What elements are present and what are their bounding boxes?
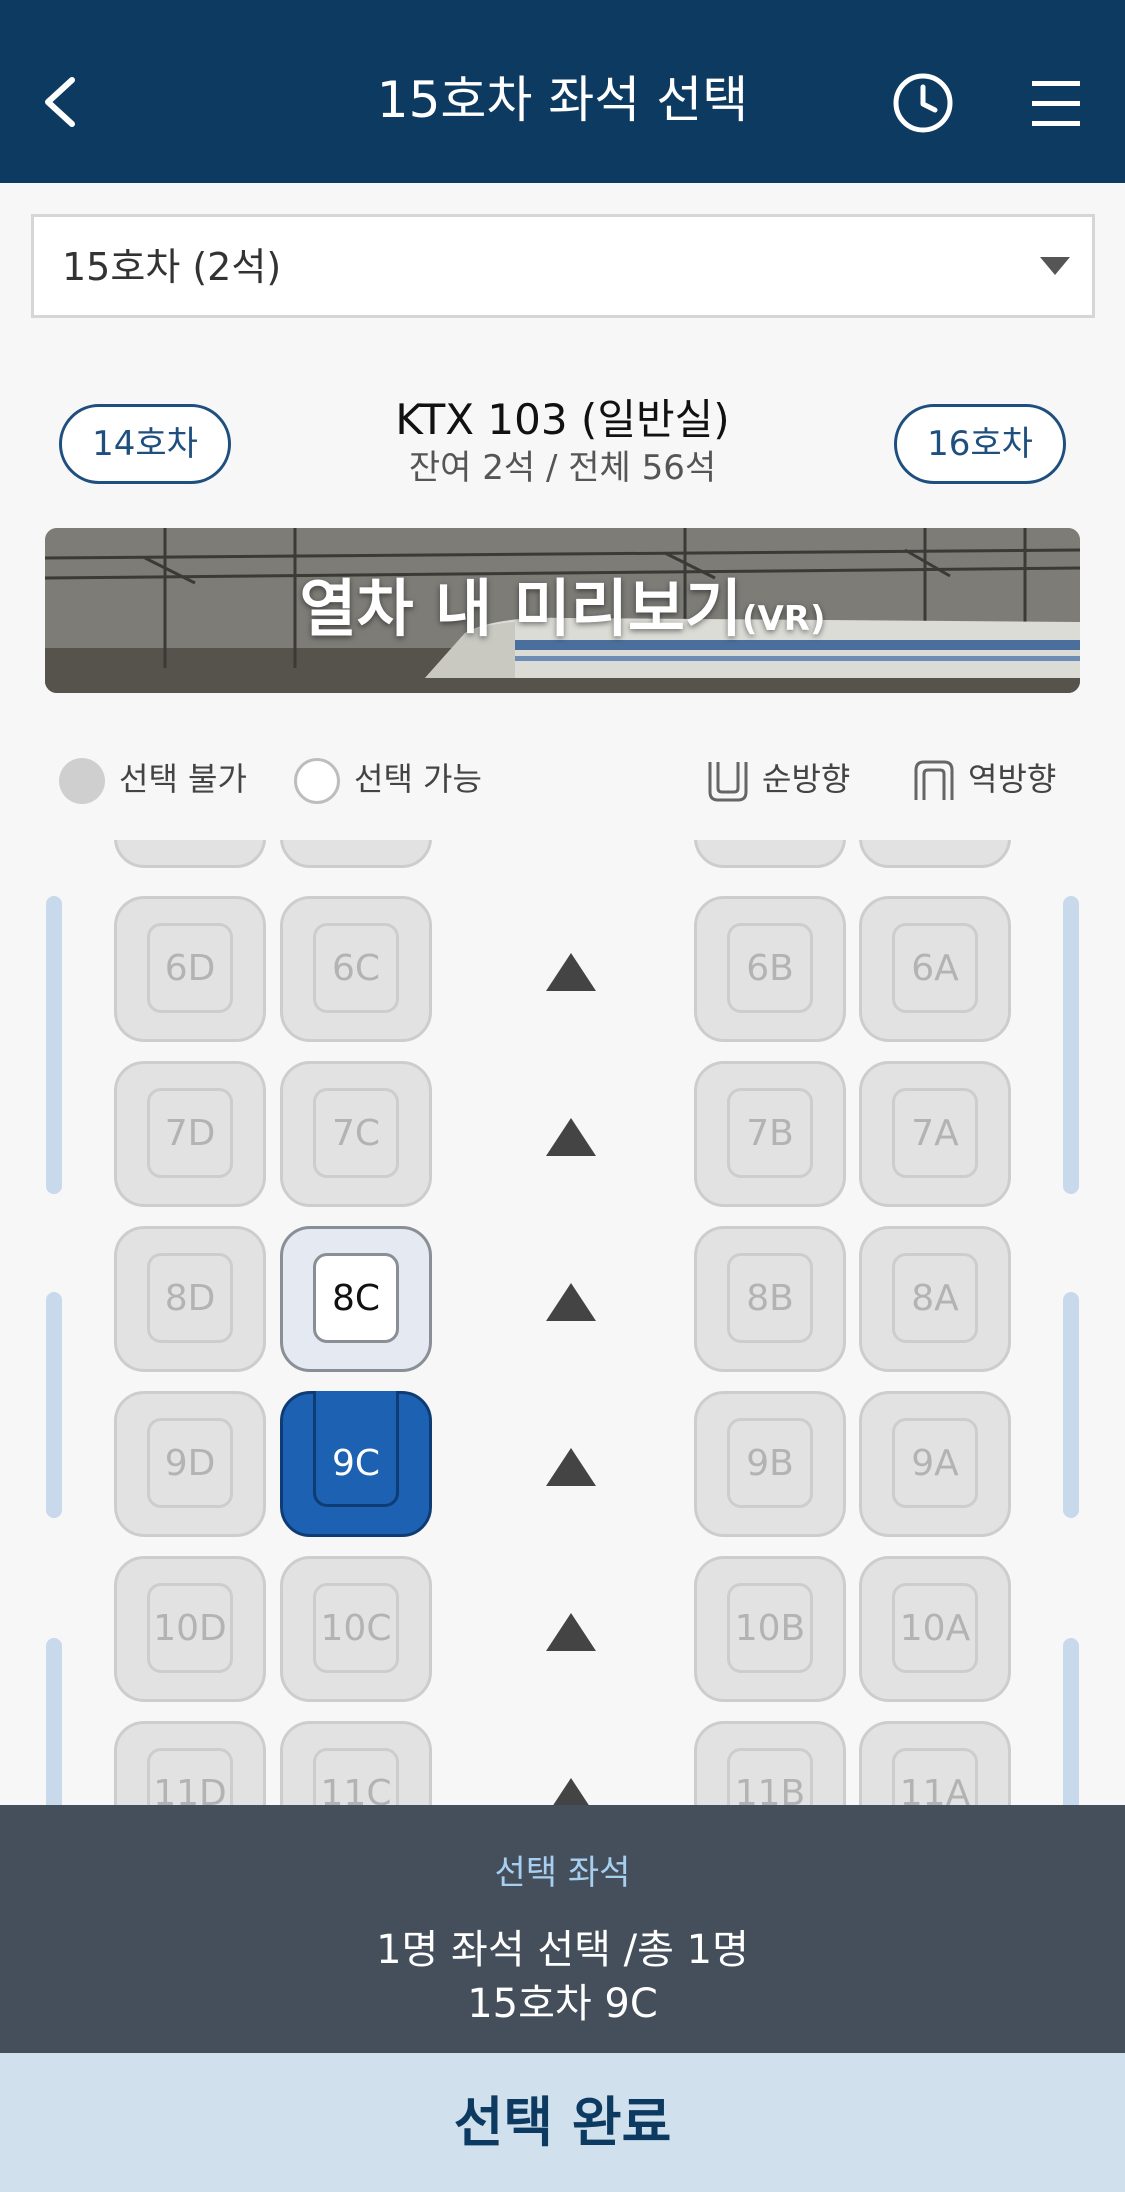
seat-10b: 10B <box>694 1556 846 1702</box>
seat-label: 8B <box>746 1278 794 1319</box>
seat-label: 7D <box>164 1113 216 1154</box>
seat-label: 11B <box>734 1773 806 1805</box>
summary-seat: 15호차 9C <box>467 1981 658 2027</box>
seat-10d: 10D <box>114 1556 266 1702</box>
seat-8b: 8B <box>694 1226 846 1372</box>
unavailable-dot-icon <box>59 758 105 804</box>
legend-unavailable-label: 선택 불가 <box>119 760 247 798</box>
seat-label: 6A <box>911 948 959 989</box>
vr-banner-title: 열차 내 미리보기 <box>299 572 742 645</box>
seat-map[interactable]: 6D 6C 6B 6A 7D 7C 7B 7A 8D 8C 8B 8A 9D 9… <box>0 840 1125 1805</box>
vr-banner-text: 열차 내 미리보기(VR) <box>45 558 1080 648</box>
seat-9b: 9B <box>694 1391 846 1537</box>
legend-available: 선택 가능 <box>294 752 482 806</box>
seat-label: 7A <box>911 1113 959 1154</box>
window-bar <box>1063 1292 1079 1518</box>
seat-10c: 10C <box>280 1556 432 1702</box>
seat-label: 10C <box>320 1608 392 1649</box>
seat-label <box>117 840 263 865</box>
seat-9a: 9A <box>859 1391 1011 1537</box>
seat-11a: 11A <box>859 1721 1011 1805</box>
app-header: 15호차 좌석 선택 <box>0 0 1125 183</box>
direction-arrow-icon <box>546 1283 596 1321</box>
seat-6c: 6C <box>280 896 432 1042</box>
seat-label: 9D <box>164 1443 216 1484</box>
seat-6b: 6B <box>694 896 846 1042</box>
legend-forward: 순방향 <box>706 752 850 806</box>
seat-label: 7B <box>746 1113 794 1154</box>
seat-6d: 6D <box>114 896 266 1042</box>
confirm-selection-button[interactable]: 선택 완료 <box>0 2053 1125 2192</box>
seat-10a: 10A <box>859 1556 1011 1702</box>
window-bar <box>1063 896 1079 1194</box>
legend-unavailable: 선택 불가 <box>59 752 247 806</box>
seat-11b: 11B <box>694 1721 846 1805</box>
seat-5d <box>114 840 266 868</box>
seat-5a <box>859 840 1011 868</box>
window-bar <box>1063 1638 1079 1805</box>
caret-down-icon <box>1040 257 1070 275</box>
direction-arrow-icon <box>546 1778 596 1805</box>
seat-9c[interactable]: 9C <box>280 1391 432 1537</box>
seat-11d: 11D <box>114 1721 266 1805</box>
selection-summary: 선택 좌석 1명 좌석 선택 /총 1명 15호차 9C <box>0 1805 1125 2053</box>
seat-5b <box>694 840 846 868</box>
seat-label: 8D <box>164 1278 216 1319</box>
backward-seat-icon <box>914 760 954 800</box>
window-bar <box>46 1638 62 1805</box>
seat-label: 11A <box>899 1773 971 1805</box>
seat-label: 9A <box>911 1443 959 1484</box>
available-dot-icon <box>294 758 340 804</box>
direction-arrow-icon <box>546 1448 596 1486</box>
direction-arrow-icon <box>546 953 596 991</box>
seat-label: 7C <box>331 1113 381 1154</box>
legend-backward-label: 역방향 <box>968 760 1057 798</box>
seat-11c: 11C <box>280 1721 432 1805</box>
car-select-dropdown[interactable]: 15호차 (2석) <box>31 214 1095 318</box>
seat-label: 10D <box>153 1608 227 1649</box>
seat-label: 6C <box>331 948 381 989</box>
seat-label <box>697 840 843 865</box>
vr-preview-banner[interactable]: 열차 내 미리보기(VR) <box>45 528 1080 693</box>
seat-label: 6B <box>746 948 794 989</box>
seat-8c[interactable]: 8C <box>280 1226 432 1372</box>
seat-label: 6D <box>164 948 216 989</box>
seat-label: 10A <box>899 1608 971 1649</box>
seat-label: 8C <box>331 1278 381 1319</box>
summary-count: 1명 좌석 선택 /총 1명 <box>376 1927 749 1973</box>
seat-label <box>862 840 1008 865</box>
seat-label: 9C <box>331 1443 381 1484</box>
legend-forward-label: 순방향 <box>762 760 851 798</box>
seat-7d: 7D <box>114 1061 266 1207</box>
seat-label: 10B <box>734 1608 806 1649</box>
forward-seat-icon <box>708 762 748 802</box>
next-car-button[interactable]: 16호차 <box>894 404 1066 484</box>
seat-label <box>283 840 429 865</box>
hamburger-menu-icon[interactable] <box>1030 75 1082 131</box>
seat-8a: 8A <box>859 1226 1011 1372</box>
seat-label: 11C <box>320 1773 392 1805</box>
seat-7b: 7B <box>694 1061 846 1207</box>
seat-label: 11D <box>153 1773 227 1805</box>
seat-label: 9B <box>746 1443 794 1484</box>
seat-8d: 8D <box>114 1226 266 1372</box>
seat-9d: 9D <box>114 1391 266 1537</box>
seat-7c: 7C <box>280 1061 432 1207</box>
legend-available-label: 선택 가능 <box>354 760 482 798</box>
summary-title: 선택 좌석 <box>494 1853 631 1893</box>
page-title: 15호차 좌석 선택 <box>376 71 749 129</box>
window-bar <box>46 896 62 1194</box>
seat-6a: 6A <box>859 896 1011 1042</box>
seat-5c <box>280 840 432 868</box>
direction-arrow-icon <box>546 1118 596 1156</box>
window-bar <box>46 1292 62 1518</box>
direction-arrow-icon <box>546 1613 596 1651</box>
car-select-value: 15호차 (2석) <box>62 245 282 289</box>
seat-label: 8A <box>911 1278 959 1319</box>
seat-7a: 7A <box>859 1061 1011 1207</box>
legend-backward: 역방향 <box>912 752 1056 806</box>
clock-icon[interactable] <box>892 72 954 134</box>
vr-banner-suffix: (VR) <box>741 599 826 639</box>
